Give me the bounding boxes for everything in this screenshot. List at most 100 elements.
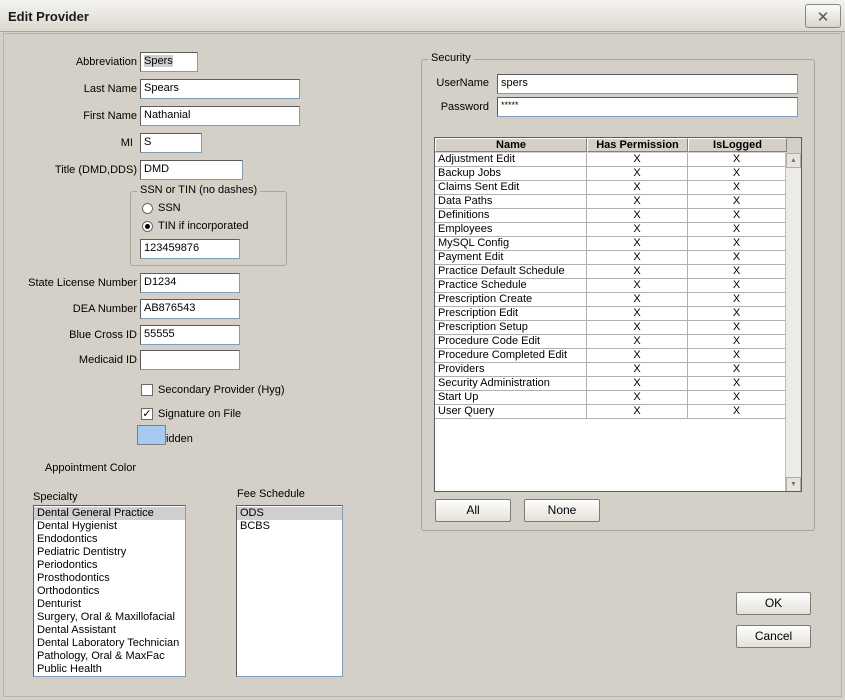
permissions-grid[interactable]: Name Has Permission IsLogged Adjustment … <box>434 137 802 492</box>
signature-on-file-checkbox[interactable]: ✓ <box>141 408 153 420</box>
medicaid-input[interactable] <box>140 350 240 370</box>
table-row[interactable]: Prescription Setup X X <box>435 321 786 335</box>
row-name-cell[interactable]: Prescription Create <box>435 293 587 307</box>
column-header-has-permission[interactable]: Has Permission <box>587 138 688 152</box>
list-item[interactable]: Endodontics <box>34 533 185 546</box>
row-name-cell[interactable]: Payment Edit <box>435 251 587 265</box>
row-permission-cell[interactable]: X <box>587 279 688 293</box>
tin-radio[interactable] <box>142 221 153 232</box>
last-name-input[interactable]: Spears <box>140 79 300 99</box>
row-logged-cell[interactable]: X <box>688 209 786 223</box>
row-logged-cell[interactable]: X <box>688 349 786 363</box>
table-row[interactable]: Prescription Create X X <box>435 293 786 307</box>
table-row[interactable]: Backup Jobs X X <box>435 167 786 181</box>
appointment-color-swatch[interactable] <box>137 425 166 445</box>
table-row[interactable]: Payment Edit X X <box>435 251 786 265</box>
row-logged-cell[interactable]: X <box>688 237 786 251</box>
state-license-input[interactable]: D1234 <box>140 273 240 293</box>
row-name-cell[interactable]: Start Up <box>435 391 587 405</box>
specialty-list[interactable]: Dental General Practice Dental Hygienist… <box>33 505 186 677</box>
row-permission-cell[interactable]: X <box>587 265 688 279</box>
table-row[interactable]: Claims Sent Edit X X <box>435 181 786 195</box>
ssn-radio[interactable] <box>142 203 153 214</box>
row-logged-cell[interactable]: X <box>688 153 786 167</box>
close-button[interactable]: ✕ <box>805 4 841 28</box>
row-logged-cell[interactable]: X <box>688 335 786 349</box>
ok-button[interactable]: OK <box>736 592 811 615</box>
row-permission-cell[interactable]: X <box>587 223 688 237</box>
row-logged-cell[interactable]: X <box>688 377 786 391</box>
list-item[interactable]: Denturist <box>34 598 185 611</box>
table-row[interactable]: Security Administration X X <box>435 377 786 391</box>
list-item[interactable]: Dental Hygienist <box>34 520 185 533</box>
table-row[interactable]: MySQL Config X X <box>435 237 786 251</box>
list-item[interactable]: BCBS <box>237 520 342 533</box>
row-logged-cell[interactable]: X <box>688 167 786 181</box>
row-logged-cell[interactable]: X <box>688 405 786 419</box>
row-name-cell[interactable]: Providers <box>435 363 587 377</box>
first-name-input[interactable]: Nathanial <box>140 106 300 126</box>
list-item[interactable]: Orthodontics <box>34 585 185 598</box>
table-row[interactable]: User Query X X <box>435 405 786 419</box>
row-name-cell[interactable]: Definitions <box>435 209 587 223</box>
table-row[interactable]: Procedure Completed Edit X X <box>435 349 786 363</box>
row-permission-cell[interactable]: X <box>587 349 688 363</box>
row-name-cell[interactable]: Prescription Setup <box>435 321 587 335</box>
table-row[interactable]: Start Up X X <box>435 391 786 405</box>
list-item[interactable]: Surgery, Oral & Maxillofacial <box>34 611 185 624</box>
row-logged-cell[interactable]: X <box>688 251 786 265</box>
list-item[interactable]: Dental Assistant <box>34 624 185 637</box>
row-logged-cell[interactable]: X <box>688 391 786 405</box>
cancel-button[interactable]: Cancel <box>736 625 811 648</box>
row-name-cell[interactable]: Practice Schedule <box>435 279 587 293</box>
row-name-cell[interactable]: Backup Jobs <box>435 167 587 181</box>
table-row[interactable]: Employees X X <box>435 223 786 237</box>
row-name-cell[interactable]: Claims Sent Edit <box>435 181 587 195</box>
scroll-up-icon[interactable]: ▲ <box>786 153 801 168</box>
row-name-cell[interactable]: Adjustment Edit <box>435 153 587 167</box>
table-row[interactable]: Practice Schedule X X <box>435 279 786 293</box>
row-permission-cell[interactable]: X <box>587 251 688 265</box>
all-button[interactable]: All <box>435 499 511 522</box>
row-permission-cell[interactable]: X <box>587 237 688 251</box>
password-input[interactable]: ***** <box>497 97 798 117</box>
row-name-cell[interactable]: Data Paths <box>435 195 587 209</box>
row-name-cell[interactable]: Practice Default Schedule <box>435 265 587 279</box>
row-logged-cell[interactable]: X <box>688 321 786 335</box>
row-permission-cell[interactable]: X <box>587 293 688 307</box>
row-logged-cell[interactable]: X <box>688 181 786 195</box>
table-row[interactable]: Adjustment Edit X X <box>435 153 786 167</box>
permissions-scrollbar[interactable]: ▲ ▼ <box>785 153 801 491</box>
dea-input[interactable]: AB876543 <box>140 299 240 319</box>
row-permission-cell[interactable]: X <box>587 377 688 391</box>
row-logged-cell[interactable]: X <box>688 363 786 377</box>
table-row[interactable]: Practice Default Schedule X X <box>435 265 786 279</box>
none-button[interactable]: None <box>524 499 600 522</box>
row-name-cell[interactable]: User Query <box>435 405 587 419</box>
row-logged-cell[interactable]: X <box>688 223 786 237</box>
fee-schedule-list[interactable]: ODS BCBS <box>236 505 343 677</box>
secondary-provider-checkbox[interactable] <box>141 384 153 396</box>
row-logged-cell[interactable]: X <box>688 265 786 279</box>
row-name-cell[interactable]: Procedure Completed Edit <box>435 349 587 363</box>
list-item[interactable]: Dental General Practice <box>34 507 185 520</box>
row-permission-cell[interactable]: X <box>587 195 688 209</box>
row-name-cell[interactable]: MySQL Config <box>435 237 587 251</box>
row-name-cell[interactable]: Employees <box>435 223 587 237</box>
abbreviation-input[interactable]: Spers <box>140 52 198 72</box>
column-header-name[interactable]: Name <box>435 138 587 152</box>
row-permission-cell[interactable]: X <box>587 307 688 321</box>
row-permission-cell[interactable]: X <box>587 321 688 335</box>
row-name-cell[interactable]: Procedure Code Edit <box>435 335 587 349</box>
table-row[interactable]: Definitions X X <box>435 209 786 223</box>
row-permission-cell[interactable]: X <box>587 153 688 167</box>
table-row[interactable]: Providers X X <box>435 363 786 377</box>
table-row[interactable]: Procedure Code Edit X X <box>435 335 786 349</box>
row-permission-cell[interactable]: X <box>587 167 688 181</box>
list-item[interactable]: Pediatric Dentistry <box>34 546 185 559</box>
row-name-cell[interactable]: Prescription Edit <box>435 307 587 321</box>
row-name-cell[interactable]: Security Administration <box>435 377 587 391</box>
blue-cross-input[interactable]: 55555 <box>140 325 240 345</box>
list-item[interactable]: Pathology, Oral & MaxFac <box>34 650 185 663</box>
row-permission-cell[interactable]: X <box>587 209 688 223</box>
